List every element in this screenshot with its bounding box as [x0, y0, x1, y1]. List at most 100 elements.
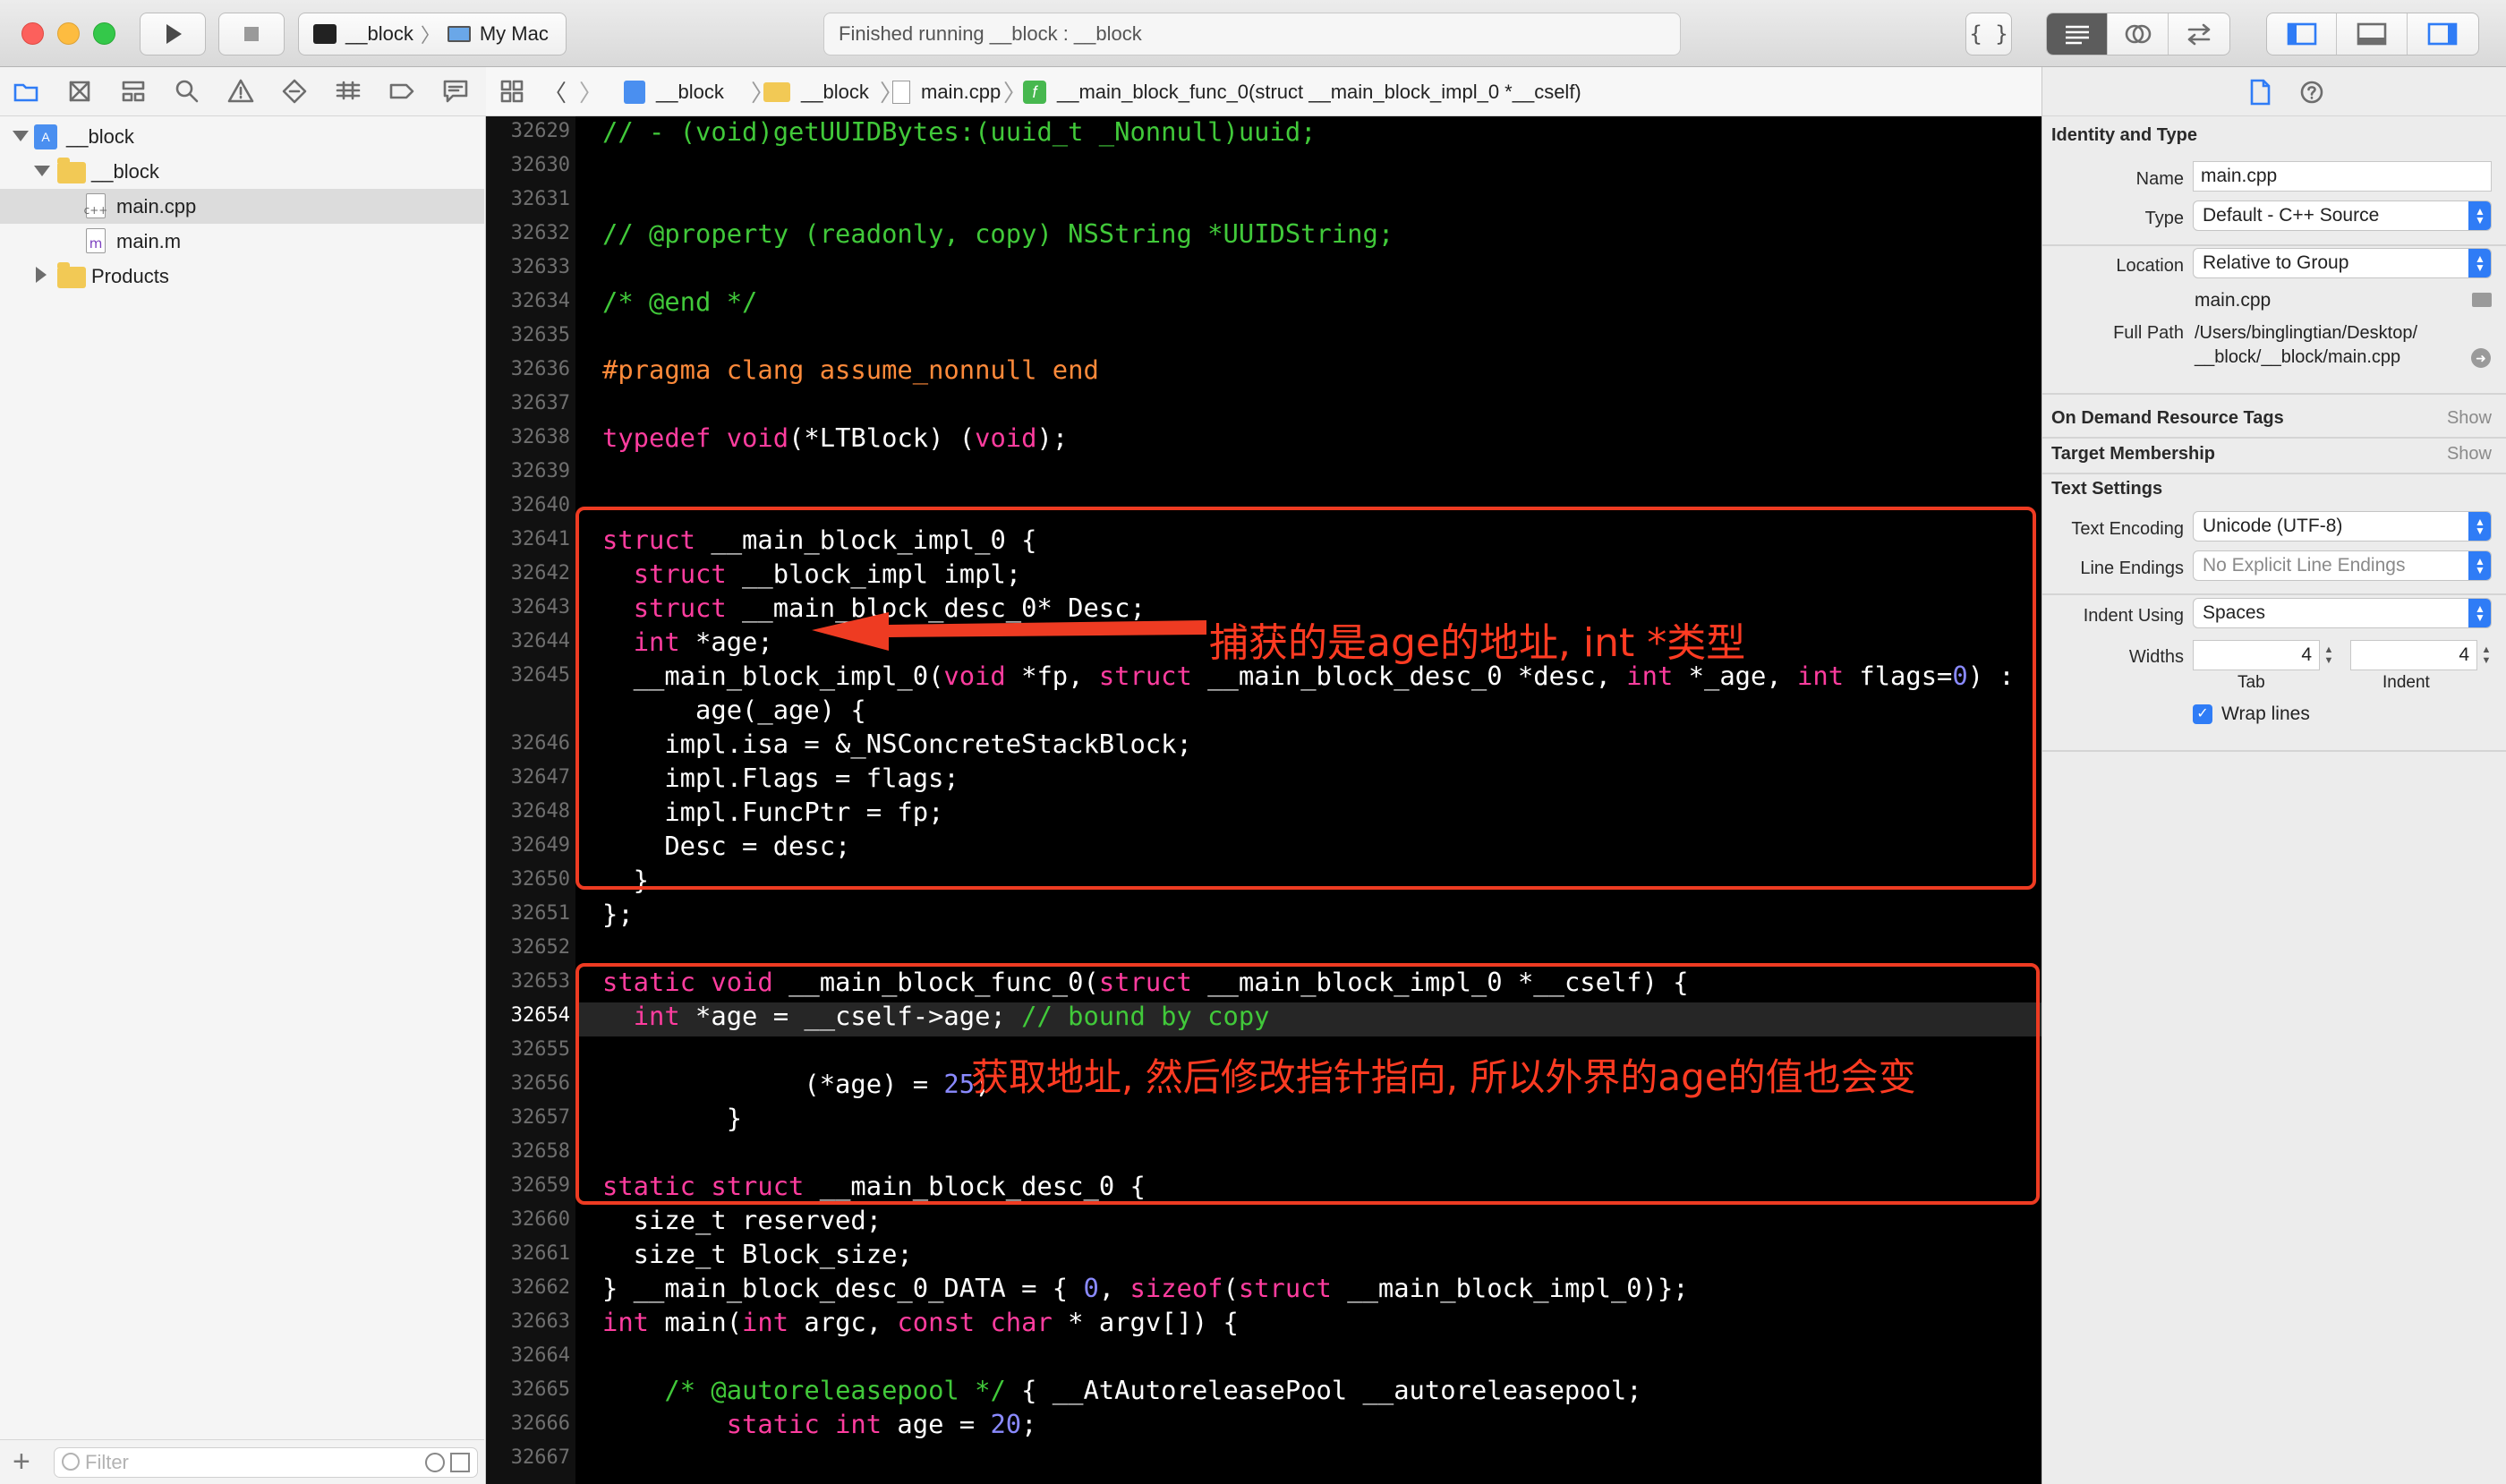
zoom-window-button[interactable]	[93, 22, 115, 45]
file-inspector-icon[interactable]	[2246, 78, 2273, 107]
debug-gauge-icon[interactable]	[335, 78, 362, 105]
location-popup[interactable]: Relative to Group ▲ ▼	[2193, 248, 2492, 278]
stop-button[interactable]	[218, 13, 285, 55]
close-window-button[interactable]	[21, 22, 44, 45]
panel-toggle-control[interactable]	[2266, 13, 2479, 55]
source-editor[interactable]: 32629 32630 32631 32632 32633 32634 32635 32636…	[486, 116, 2041, 1484]
code-line: size_t Block_size;	[602, 1239, 913, 1269]
breadcrumb-label: __main_block_func_0(struct __main_block_…	[1057, 80, 1581, 103]
indent-width-field[interactable]: 4	[2350, 640, 2477, 670]
code-line: // - (void)getUUIDBytes:(uuid_t _Nonnull…	[602, 116, 1317, 147]
breadcrumb-symbol[interactable]: f __main_block_func_0(struct __main_bloc…	[1023, 67, 1581, 116]
text-lines-icon	[2065, 25, 2089, 45]
quick-help-icon[interactable]	[2298, 79, 2325, 106]
navigator-selector-bar	[0, 67, 486, 116]
full-path-line-1: /Users/binglingtian/Desktop/	[2195, 323, 2418, 343]
line-number: 32640	[510, 494, 570, 516]
annotation-box-impl-struct	[575, 507, 2036, 890]
text-encoding-popup[interactable]: Unicode (UTF-8) ▲ ▼	[2193, 511, 2492, 542]
indent-width-stepper-icon[interactable]: ▲ ▼	[2479, 640, 2493, 670]
wrap-lines-checkbox[interactable]: ✓	[2193, 704, 2212, 724]
disclosure-expanded-icon[interactable]	[13, 131, 29, 141]
hierarchy-icon[interactable]	[120, 78, 147, 105]
text-encoding-label: Text Encoding	[2071, 519, 2184, 539]
breadcrumb-file[interactable]: main.cpp	[883, 67, 1001, 116]
annotation-arrow-icon	[812, 612, 1206, 651]
full-path-label: Full Path	[2113, 323, 2184, 343]
source-control-filter-icon[interactable]	[450, 1453, 470, 1472]
assistant-editor-button[interactable]	[2108, 13, 2169, 55]
line-endings-popup[interactable]: No Explicit Line Endings ▲ ▼	[2193, 550, 2492, 581]
line-number: 32658	[510, 1140, 570, 1163]
tree-row-folder[interactable]: Products	[0, 259, 484, 294]
tab-width-field[interactable]: 4	[2193, 640, 2320, 670]
back-arrow-icon[interactable]: 〈	[543, 67, 567, 116]
name-field[interactable]: main.cpp	[2193, 161, 2492, 192]
computer-icon	[447, 26, 471, 42]
report-icon[interactable]	[442, 78, 469, 105]
scheme-target: __block	[345, 22, 413, 45]
target-show-button[interactable]: Show	[2447, 444, 2492, 465]
toggle-navigator-button[interactable]	[2267, 13, 2338, 55]
folder-icon	[57, 158, 86, 183]
run-button[interactable]	[140, 13, 206, 55]
editor-mode-control[interactable]	[2046, 13, 2230, 55]
related-items-grid-icon[interactable]	[499, 78, 525, 105]
scheme-selector[interactable]: __block 〉 My Mac	[298, 13, 567, 55]
indent-caption: Indent	[2382, 673, 2430, 692]
minimize-window-button[interactable]	[57, 22, 80, 45]
filter-field[interactable]: Filter	[54, 1447, 478, 1478]
right-panel-icon	[2428, 22, 2458, 46]
tab-width-stepper-icon[interactable]: ▲ ▼	[2322, 640, 2336, 670]
breadcrumb-project[interactable]: __block	[624, 67, 724, 116]
library-button[interactable]: { }	[1965, 13, 2012, 55]
test-diamond-icon[interactable]	[281, 78, 308, 105]
tree-row-file-selected[interactable]: c++ main.cpp	[0, 189, 484, 224]
navigator-footer: + Filter	[0, 1439, 484, 1484]
filter-icon	[62, 1453, 80, 1471]
code-line: size_t reserved;	[602, 1205, 882, 1235]
line-number: 32641	[510, 528, 570, 550]
scheme-destination: My Mac	[479, 22, 549, 45]
search-icon[interactable]	[174, 78, 200, 105]
type-popup[interactable]: Default - C++ Source ▲ ▼	[2193, 200, 2492, 231]
line-number: 32637	[510, 392, 570, 414]
tree-row-folder[interactable]: __block	[0, 154, 484, 189]
breakpoint-icon[interactable]	[388, 78, 415, 105]
cpp-file-icon: c++	[84, 193, 107, 218]
code-line: // @property (readonly, copy) NSString *…	[602, 218, 1394, 249]
code-line: } __main_block_desc_0_DATA = { 0, sizeof…	[602, 1273, 1689, 1303]
odr-show-button[interactable]: Show	[2447, 408, 2492, 429]
interlocking-rings-icon	[2125, 24, 2151, 44]
recent-files-clock-icon[interactable]	[425, 1453, 445, 1472]
tree-row-file[interactable]: m main.m	[0, 224, 484, 259]
source-control-icon[interactable]	[66, 78, 93, 105]
arrows-left-right-icon	[2187, 23, 2211, 46]
type-value: Default - C++ Source	[2203, 205, 2380, 226]
function-icon: f	[1023, 80, 1046, 104]
section-title-target: Target Membership	[2051, 444, 2215, 464]
disclosure-collapsed-icon[interactable]	[36, 267, 47, 283]
add-icon[interactable]: +	[13, 1444, 30, 1480]
tree-row-project[interactable]: A __block	[0, 119, 484, 154]
forward-arrow-icon[interactable]: 〉	[579, 67, 602, 116]
breadcrumb-folder[interactable]: __block	[754, 67, 869, 116]
folder-icon[interactable]	[13, 78, 39, 105]
line-number: 32643	[510, 596, 570, 618]
stop-icon	[244, 27, 259, 41]
toggle-inspector-button[interactable]	[2408, 13, 2478, 55]
standard-editor-button[interactable]	[2047, 13, 2108, 55]
reveal-arrow-icon[interactable]: ➜	[2471, 348, 2491, 368]
reveal-folder-icon[interactable]	[2472, 293, 2492, 307]
project-navigator: A __block __block c++ main.cpp m main.m …	[0, 67, 486, 1484]
toggle-debug-area-button[interactable]	[2337, 13, 2408, 55]
line-number: 32656	[510, 1072, 570, 1095]
line-number: 32645	[510, 664, 570, 687]
play-icon	[166, 24, 182, 44]
disclosure-expanded-icon[interactable]	[34, 166, 50, 176]
version-editor-button[interactable]	[2169, 13, 2229, 55]
line-number: 32657	[510, 1106, 570, 1129]
warning-icon[interactable]	[227, 78, 254, 105]
indent-using-popup[interactable]: Spaces ▲ ▼	[2193, 598, 2492, 628]
tab-caption: Tab	[2238, 673, 2265, 692]
